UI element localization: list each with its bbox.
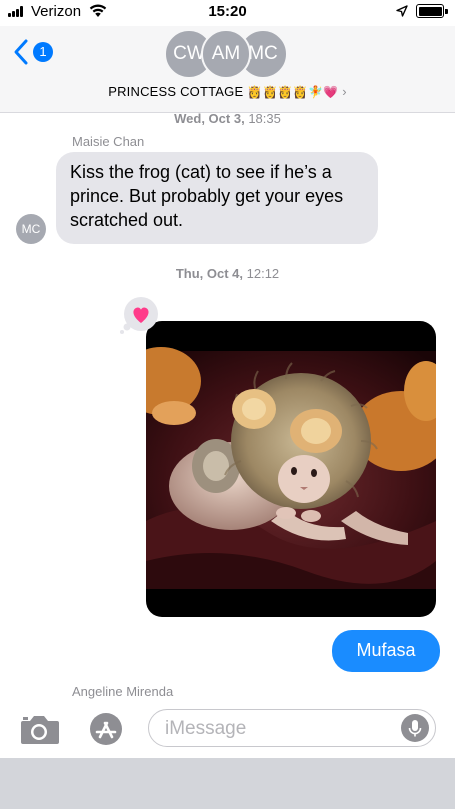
chevron-right-icon: › <box>342 84 347 99</box>
app-store-icon[interactable] <box>84 712 128 746</box>
battery-icon <box>416 4 448 18</box>
status-bar: Verizon 15:20 <box>0 0 455 26</box>
timestamp: Wed, Oct 3, 18:35 <box>0 111 455 126</box>
heart-reaction[interactable] <box>118 296 160 334</box>
avatar-am[interactable]: AM <box>201 29 251 79</box>
message-text: Kiss the frog (cat) to see if he’s a pri… <box>70 162 344 230</box>
message-input[interactable] <box>163 715 397 743</box>
group-emojis: 👸👸👸👸🧚💗 <box>247 85 339 99</box>
message-input-field[interactable] <box>148 709 436 747</box>
message-text: Mufasa <box>356 640 416 660</box>
conversation-header: 1 CW MC AM PRINCESS COTTAGE 👸👸👸👸🧚💗 › <box>0 26 455 113</box>
clock: 15:20 <box>208 3 247 20</box>
group-name: PRINCESS COTTAGE <box>108 84 244 99</box>
group-title[interactable]: PRINCESS COTTAGE 👸👸👸👸🧚💗 › <box>0 84 455 99</box>
app-drawer-area <box>0 758 455 809</box>
timestamp-day: Thu, Oct 4, <box>175 266 243 281</box>
timestamp: Thu, Oct 4, 12:12 <box>0 266 455 281</box>
sender-avatar[interactable]: MC <box>16 214 46 244</box>
timestamp-time: 12:12 <box>246 266 280 281</box>
microphone-icon <box>408 720 422 737</box>
outgoing-message-bubble[interactable]: Mufasa <box>332 630 440 672</box>
sender-name: Maisie Chan <box>72 134 145 149</box>
location-icon <box>396 5 408 17</box>
group-avatars[interactable]: CW MC AM <box>0 29 455 79</box>
incoming-message-bubble[interactable]: Kiss the frog (cat) to see if he’s a pri… <box>56 152 378 244</box>
timestamp-day: Wed, Oct 3, <box>174 111 245 126</box>
timestamp-time: 18:35 <box>248 111 281 126</box>
camera-icon[interactable] <box>18 712 60 746</box>
typing-sender-name: Angeline Mirenda <box>72 684 174 699</box>
microphone-button[interactable] <box>401 714 429 742</box>
cat-lion-mane-photo <box>146 347 436 589</box>
compose-bar <box>0 700 455 758</box>
photo-message[interactable] <box>146 321 436 617</box>
